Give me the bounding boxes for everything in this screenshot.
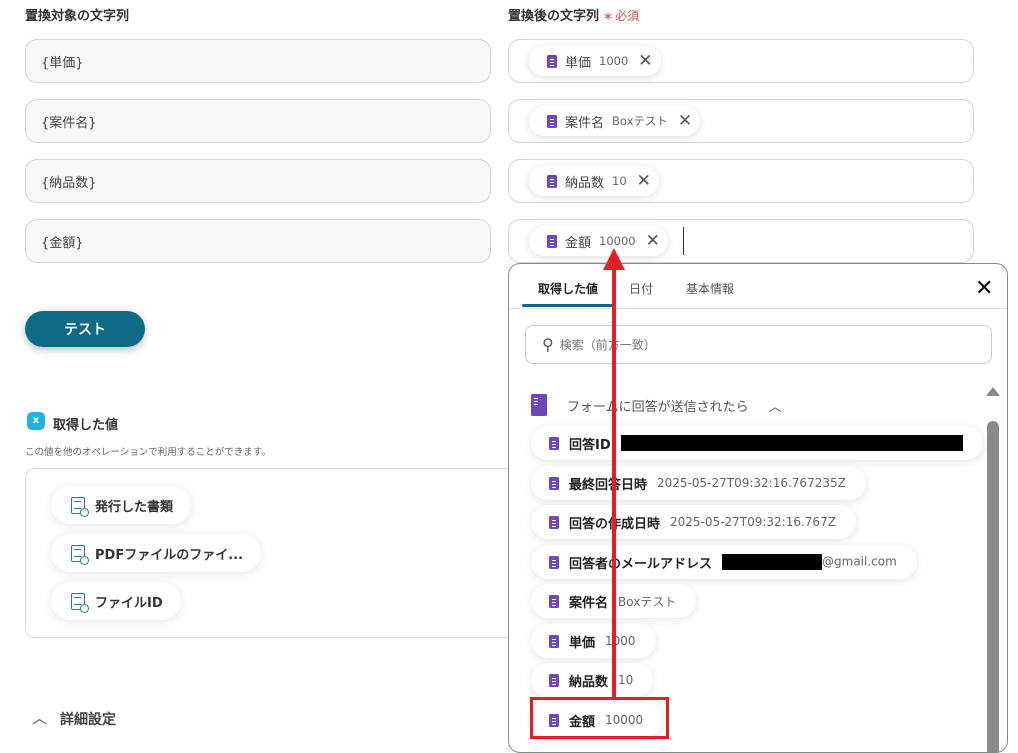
form-icon — [547, 114, 557, 128]
chip-value: 10000 — [599, 234, 636, 248]
replace-target-label: 置換対象の文字列 — [25, 9, 130, 24]
pill-label: ファイルID — [95, 595, 163, 611]
item-value: 2025-05-27T09:32:16.767Z — [670, 515, 836, 529]
chip-value: 10 — [612, 174, 627, 188]
group-header[interactable]: フォームに回答が送信されたら ︿ — [531, 394, 782, 416]
chip-name: 金額 — [565, 235, 592, 251]
active-tab-indicator — [522, 304, 614, 307]
search-icon: ⚲ — [542, 335, 554, 354]
output-pill[interactable]: PDFファイルのファイ... — [51, 534, 262, 572]
output-pill[interactable]: ファイルID — [51, 582, 181, 620]
annotation-highlight-box — [530, 697, 669, 739]
document-icon — [71, 496, 89, 517]
chevron-up-icon: ︿ — [768, 399, 782, 415]
annotation-arrow-line — [612, 266, 616, 698]
group-title: フォームに回答が送信されたら — [567, 399, 749, 415]
form-icon — [549, 436, 559, 450]
search-input[interactable]: ⚲ 検索（前方一致） — [525, 325, 992, 364]
value-chip[interactable]: 金額 10000 ✕ — [529, 226, 668, 256]
form-icon — [547, 234, 557, 248]
replace-value-label: 置換後の文字列 ∗ 必須 — [508, 5, 639, 24]
pill-label: PDFファイルのファイ... — [95, 547, 244, 563]
target-field-2[interactable]: {案件名} — [25, 99, 491, 143]
item-value: Boxテスト — [618, 594, 677, 609]
form-icon — [549, 515, 559, 529]
value-chip[interactable]: 納品数 10 ✕ — [529, 166, 659, 196]
close-icon[interactable]: ✕ — [646, 231, 660, 251]
chip-value: Boxテスト — [612, 114, 668, 128]
form-icon — [549, 555, 559, 569]
redacted-value — [722, 554, 823, 570]
list-item[interactable]: 回答者のメールアドレス @gmail.com — [531, 545, 917, 579]
item-name: 回答ID — [569, 437, 611, 453]
close-icon[interactable]: ✕ — [637, 171, 651, 191]
value-field-3[interactable]: 納品数 10 ✕ — [508, 159, 974, 203]
tab-date[interactable]: 日付 — [629, 280, 653, 297]
item-value: 10 — [618, 673, 634, 687]
form-icon — [549, 673, 559, 687]
form-icon — [549, 634, 559, 648]
text-cursor — [683, 227, 684, 255]
annotation-arrow-head — [603, 248, 625, 270]
pill-label: 発行した書類 — [95, 499, 174, 515]
close-icon[interactable]: ✕ — [678, 111, 692, 131]
form-icon — [549, 594, 559, 608]
label-text: 置換後の文字列 — [508, 9, 600, 24]
list-item[interactable]: 納品数 10 — [531, 663, 654, 697]
chip-name: 案件名 — [565, 115, 605, 131]
value-chip[interactable]: 単価 1000 ✕ — [529, 46, 661, 76]
close-icon[interactable]: ✕ — [975, 276, 993, 301]
scrollbar-thumb[interactable] — [987, 421, 999, 752]
form-icon — [549, 476, 559, 490]
target-field-3[interactable]: {納品数} — [25, 159, 491, 203]
item-value: @gmail.com — [822, 554, 897, 569]
advanced-settings-toggle[interactable]: 詳細設定 — [60, 709, 116, 729]
chip-name: 単価 — [565, 55, 592, 71]
item-name: 納品数 — [569, 674, 609, 690]
divider — [509, 308, 1007, 309]
item-name: 案件名 — [569, 595, 609, 611]
search-placeholder: 検索（前方一致） — [559, 338, 656, 352]
close-icon[interactable]: ✕ — [638, 51, 652, 71]
list-item[interactable]: 単価 1000 — [531, 624, 656, 658]
target-field-1[interactable]: {単価} — [25, 39, 491, 83]
list-item[interactable]: 回答の作成日時2025-05-27T09:32:16.767Z — [531, 505, 856, 539]
document-icon — [71, 544, 89, 565]
scroll-up-arrow[interactable] — [986, 387, 1000, 396]
target-field-4[interactable]: {金額} — [25, 219, 491, 263]
item-name: 最終回答日時 — [569, 477, 648, 493]
output-pill[interactable]: 発行した書類 — [51, 486, 192, 524]
value-field-2[interactable]: 案件名 Boxテスト ✕ — [508, 99, 974, 143]
list-item[interactable]: 最終回答日時 2025-05-27T09:32:16.767235Z — [531, 466, 866, 500]
outputs-title: 取得した値 — [53, 418, 119, 433]
pentagon-x-icon: x — [27, 412, 45, 430]
form-icon — [547, 54, 557, 68]
form-icon — [547, 174, 557, 188]
value-field-4[interactable]: 金額 10000 ✕ — [508, 219, 974, 263]
value-chip[interactable]: 案件名 Boxテスト ✕ — [529, 106, 701, 136]
required-mark: ∗ — [603, 9, 614, 23]
item-value: 1000 — [605, 634, 636, 648]
tab-basic-info[interactable]: 基本情報 — [686, 280, 734, 297]
value-picker-popup: 取得した値 日付 基本情報 ✕ ⚲ 検索（前方一致） フォームに回答が送信されたら… — [508, 263, 1008, 753]
redacted-value — [620, 435, 963, 451]
chip-value: 1000 — [599, 54, 629, 68]
outputs-description: この値を他のオペレーションで利用することができます。 — [25, 447, 271, 458]
list-item[interactable]: 回答ID — [531, 426, 983, 460]
tab-outputs[interactable]: 取得した値 — [538, 280, 598, 297]
document-icon — [71, 592, 89, 613]
item-value: 2025-05-27T09:32:16.767235Z — [657, 476, 846, 490]
required-text: 必須 — [615, 9, 640, 23]
value-field-1[interactable]: 単価 1000 ✕ — [508, 39, 974, 83]
item-name: 単価 — [569, 635, 596, 651]
item-name: 回答者のメールアドレス — [569, 556, 713, 572]
chevron-up-icon[interactable]: ︿ — [32, 707, 47, 728]
chip-name: 納品数 — [565, 175, 605, 191]
form-icon — [531, 394, 547, 416]
test-button[interactable]: テスト — [25, 311, 145, 347]
